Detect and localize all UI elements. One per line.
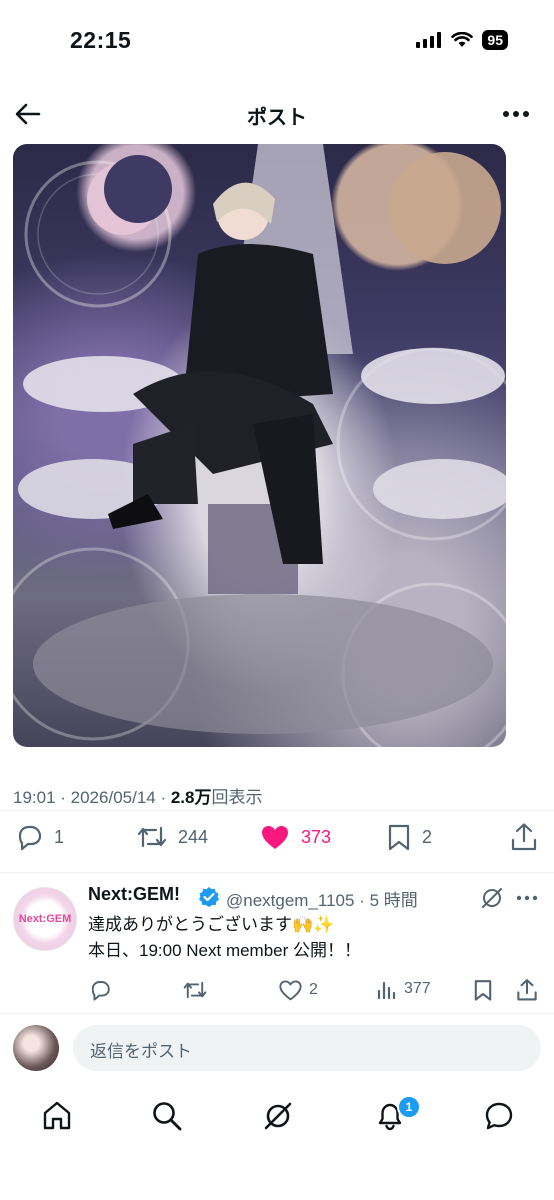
reply-line-2: 本日、19:00 Next member 公開！！ bbox=[88, 941, 362, 960]
page-title: ポスト bbox=[247, 107, 307, 129]
current-user-avatar[interactable] bbox=[13, 1025, 59, 1071]
reply-button[interactable]: 1 bbox=[14, 822, 64, 852]
notification-badge: 1 bbox=[397, 1095, 421, 1119]
divider bbox=[0, 872, 554, 873]
reply-bookmark-button[interactable] bbox=[472, 978, 494, 1002]
reply-share-button[interactable] bbox=[516, 978, 538, 1002]
search-icon[interactable] bbox=[151, 1100, 183, 1132]
grok-icon[interactable] bbox=[480, 886, 504, 910]
reply-count: 1 bbox=[54, 826, 65, 847]
post-image-art bbox=[13, 144, 506, 747]
reply-icon bbox=[91, 981, 110, 1001]
reply-handle-time: @nextgem_1105 · 5 時間 bbox=[226, 891, 418, 910]
heart-filled-icon bbox=[262, 826, 288, 849]
avatar-logo-text: Next:GEM bbox=[18, 912, 72, 925]
views-label: 回表示 bbox=[211, 788, 263, 807]
views-count: 2.8万 bbox=[170, 788, 212, 807]
like-button[interactable]: 373 bbox=[259, 822, 331, 852]
repost-icon bbox=[137, 826, 167, 848]
heart-outline-icon bbox=[279, 980, 302, 1001]
status-time: 22:15 bbox=[70, 27, 132, 53]
reply-like-count: 2 bbox=[309, 981, 318, 998]
reply-like-button[interactable]: 2 bbox=[278, 978, 318, 1002]
reply-line-1: 達成ありがとうございます🙌✨ bbox=[88, 915, 335, 934]
bookmark-button[interactable]: 2 bbox=[386, 822, 432, 852]
post-actions: 1 244 373 2 bbox=[0, 822, 554, 862]
reply-actions: 2 377 bbox=[0, 978, 554, 1004]
repost-button[interactable]: 244 bbox=[136, 822, 208, 852]
status-indicators: 95 bbox=[416, 30, 508, 50]
reply-reply-button[interactable] bbox=[88, 978, 112, 1002]
bookmark-icon bbox=[474, 980, 492, 1001]
more-options-icon[interactable] bbox=[516, 894, 538, 902]
reply-repost-button[interactable] bbox=[182, 978, 208, 1002]
battery-indicator: 95 bbox=[482, 30, 508, 50]
grok-tab-icon[interactable] bbox=[262, 1100, 294, 1132]
post-image[interactable] bbox=[13, 144, 506, 747]
home-icon[interactable] bbox=[42, 1100, 72, 1132]
reply-author-avatar[interactable]: Next:GEM bbox=[13, 887, 77, 951]
post-meta: 19:01 · 2026/05/14 · 2.8万回表示 bbox=[13, 783, 262, 808]
bookmark-count: 2 bbox=[422, 826, 433, 847]
signal-icon bbox=[416, 32, 442, 48]
reply-author-name[interactable]: Next:GEM! bbox=[88, 884, 180, 905]
messages-icon[interactable] bbox=[483, 1100, 515, 1132]
like-count: 373 bbox=[301, 826, 332, 847]
more-options-icon[interactable] bbox=[502, 104, 530, 124]
reply-author-name-text: Next:GEM! bbox=[88, 884, 181, 904]
reply-text: 達成ありがとうございます🙌✨ 本日、19:00 Next member 公開！！ bbox=[88, 912, 361, 964]
share-button[interactable] bbox=[510, 822, 538, 852]
wifi-icon bbox=[451, 32, 474, 47]
post-timestamp: 19:01 · 2026/05/14 · bbox=[13, 788, 171, 807]
repost-count: 244 bbox=[178, 826, 209, 847]
repost-icon bbox=[183, 981, 207, 999]
reply-views-button[interactable]: 377 bbox=[376, 978, 431, 1000]
views-chart-icon bbox=[377, 981, 396, 1000]
reply-icon bbox=[18, 825, 42, 851]
divider bbox=[0, 1013, 554, 1014]
share-icon bbox=[517, 979, 537, 1001]
share-icon bbox=[511, 823, 537, 851]
verified-badge-icon bbox=[199, 887, 219, 907]
reply-views-count: 377 bbox=[404, 980, 431, 997]
divider bbox=[0, 810, 554, 811]
reply-compose-placeholder: 返信をポスト bbox=[90, 1042, 192, 1061]
bookmark-icon bbox=[388, 824, 410, 851]
